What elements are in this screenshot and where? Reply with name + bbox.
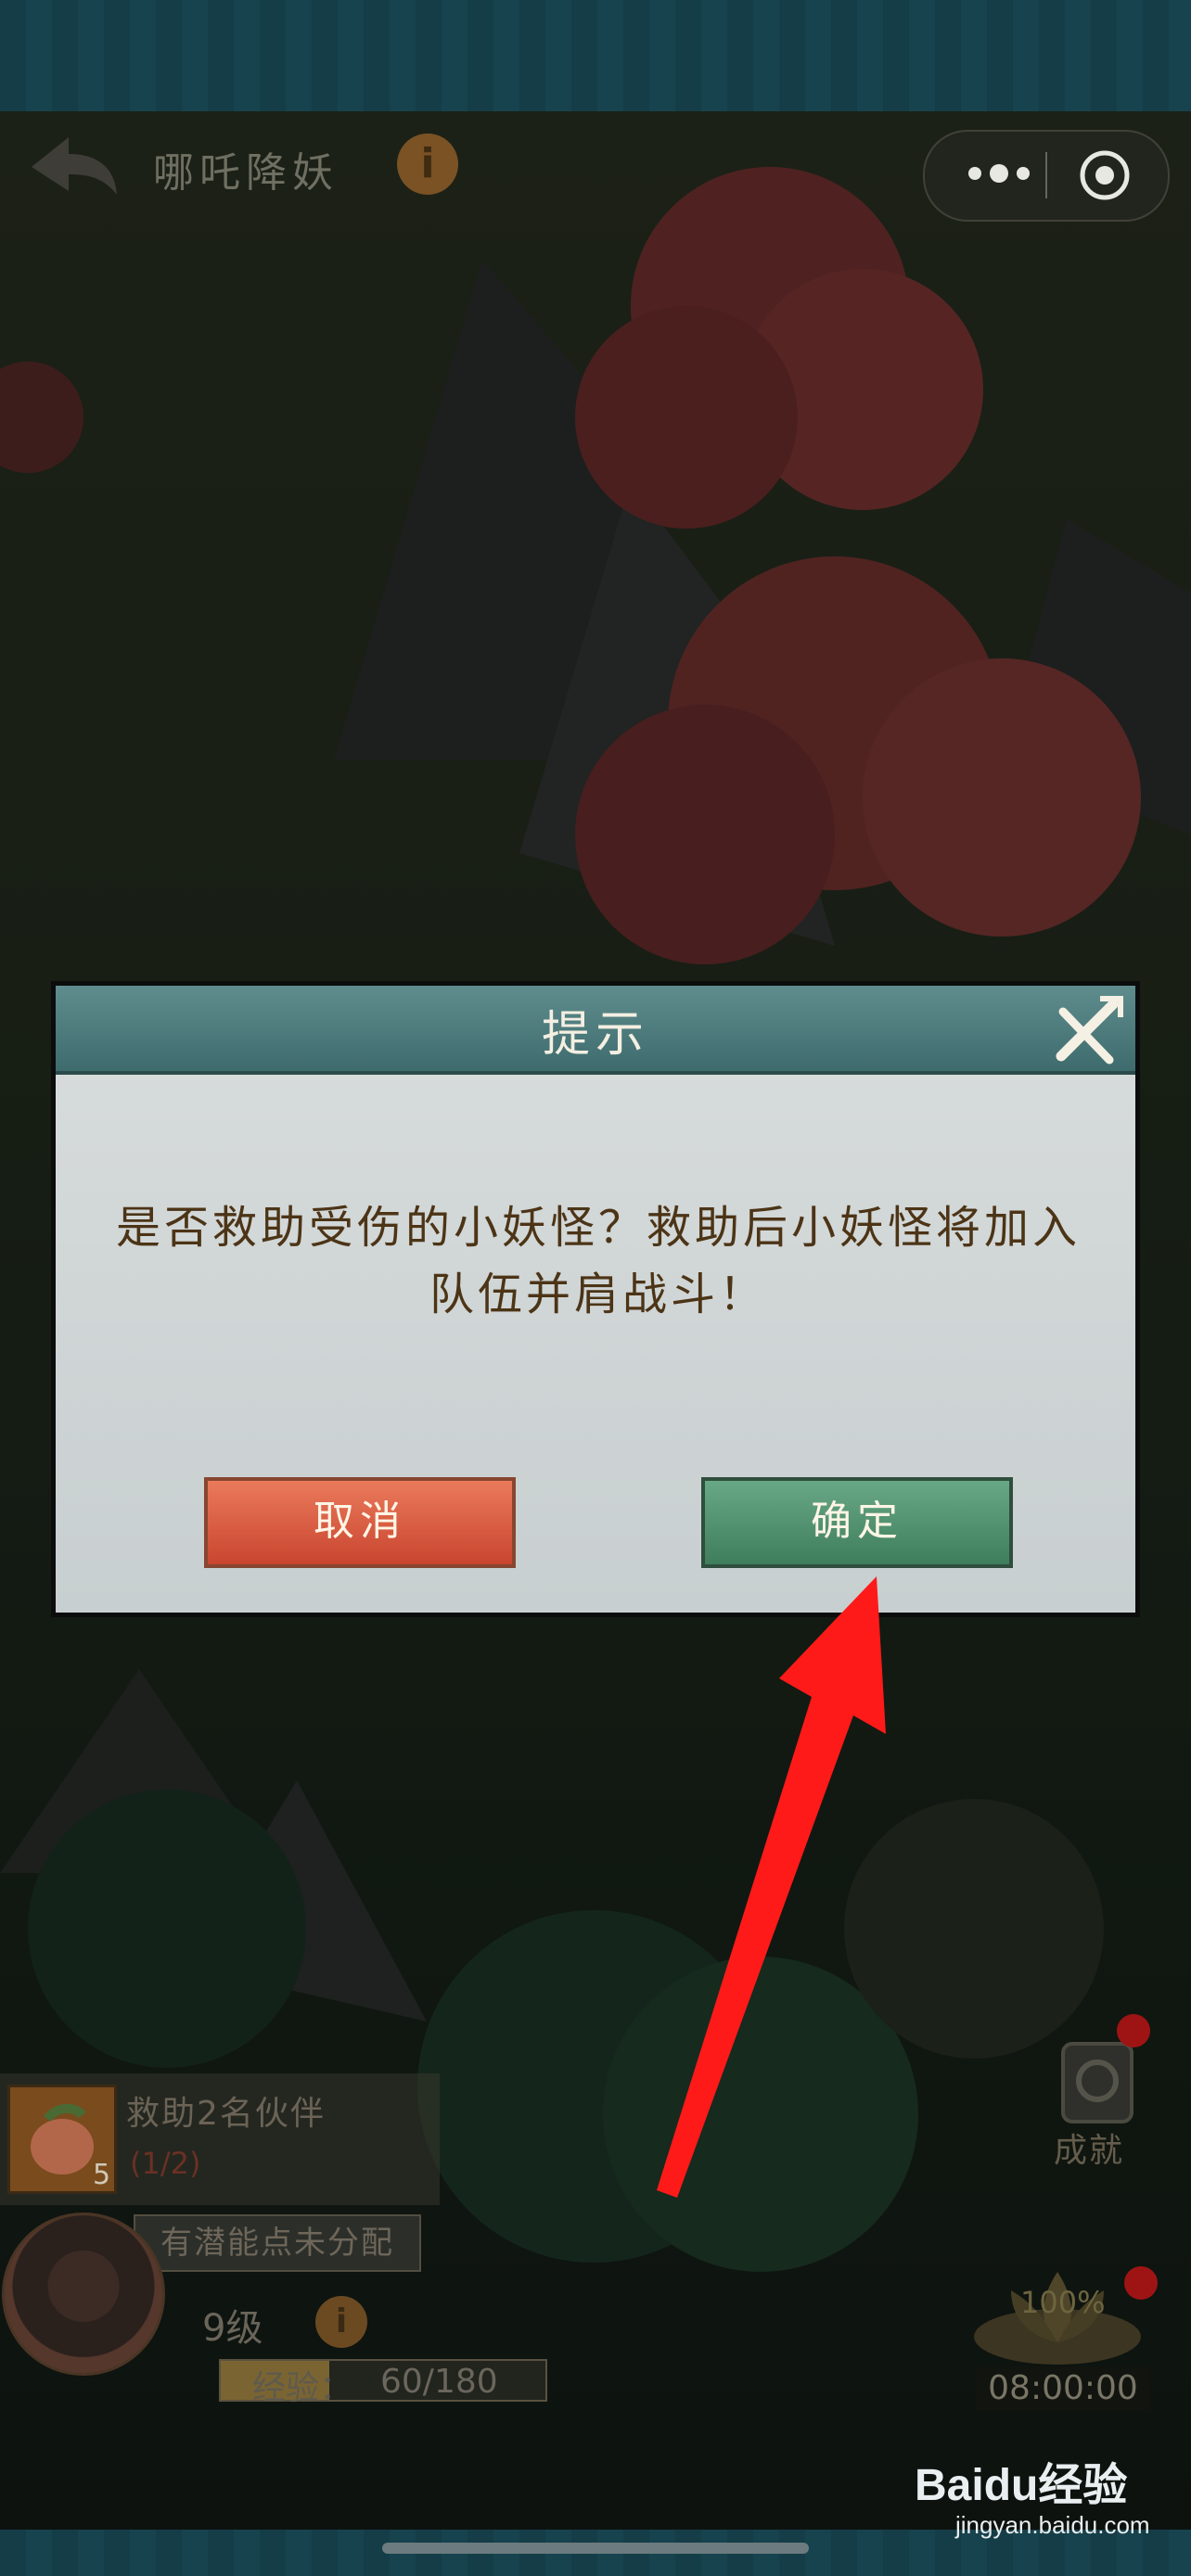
confirm-button[interactable]: 确定 <box>701 1477 1013 1568</box>
annotation-arrow-icon <box>657 1576 886 2198</box>
quest-progress: (1/2) <box>130 2146 201 2181</box>
prompt-dialog: 提示 是否救助受伤的小妖怪？救助后小妖怪将加入队伍并肩战斗！ 取消 确定 <box>51 981 1140 1617</box>
home-indicator[interactable] <box>382 2543 809 2554</box>
notification-dot <box>1117 2014 1150 2047</box>
dialog-title: 提示 <box>541 1007 649 1063</box>
more-dots-icon[interactable] <box>962 159 1036 187</box>
mini-program-capsule <box>923 130 1170 222</box>
close-icon[interactable] <box>1048 991 1128 1071</box>
exp-value: 60/180 <box>380 2363 498 2401</box>
dialog-header: 提示 <box>56 986 1135 1075</box>
game-title: 哪吒降妖 <box>153 149 339 197</box>
achievement-label: 成就 <box>1054 2132 1125 2170</box>
watermark-url: jingyan.baidu.com <box>955 2511 1150 2539</box>
dialog-message: 是否救助受伤的小妖怪？救助后小妖怪将加入队伍并肩战斗！ <box>115 1202 1081 1320</box>
countdown-timer: 08:00:00 <box>976 2366 1150 2411</box>
target-icon[interactable] <box>1078 148 1132 202</box>
capsule-divider <box>1045 152 1047 198</box>
quest-title: 救助2名伙伴 <box>126 2095 326 2133</box>
exp-label: 经验： <box>252 2369 353 2407</box>
watermark-logo: Baidu经验 <box>915 2461 1128 2510</box>
info-icon[interactable]: i <box>397 134 458 195</box>
potential-notice[interactable]: 有潜能点未分配 <box>134 2214 421 2272</box>
info-icon[interactable]: i <box>315 2296 367 2348</box>
status-band <box>0 0 1191 111</box>
lotus-percent: 100% <box>1020 2285 1106 2320</box>
player-level: 9级 <box>202 2307 263 2350</box>
avatar[interactable] <box>2 2213 165 2376</box>
back-arrow-icon[interactable] <box>22 130 124 204</box>
notification-dot <box>1124 2266 1158 2300</box>
cancel-button[interactable]: 取消 <box>204 1477 516 1568</box>
quest-item-count: 5 <box>93 2159 111 2191</box>
